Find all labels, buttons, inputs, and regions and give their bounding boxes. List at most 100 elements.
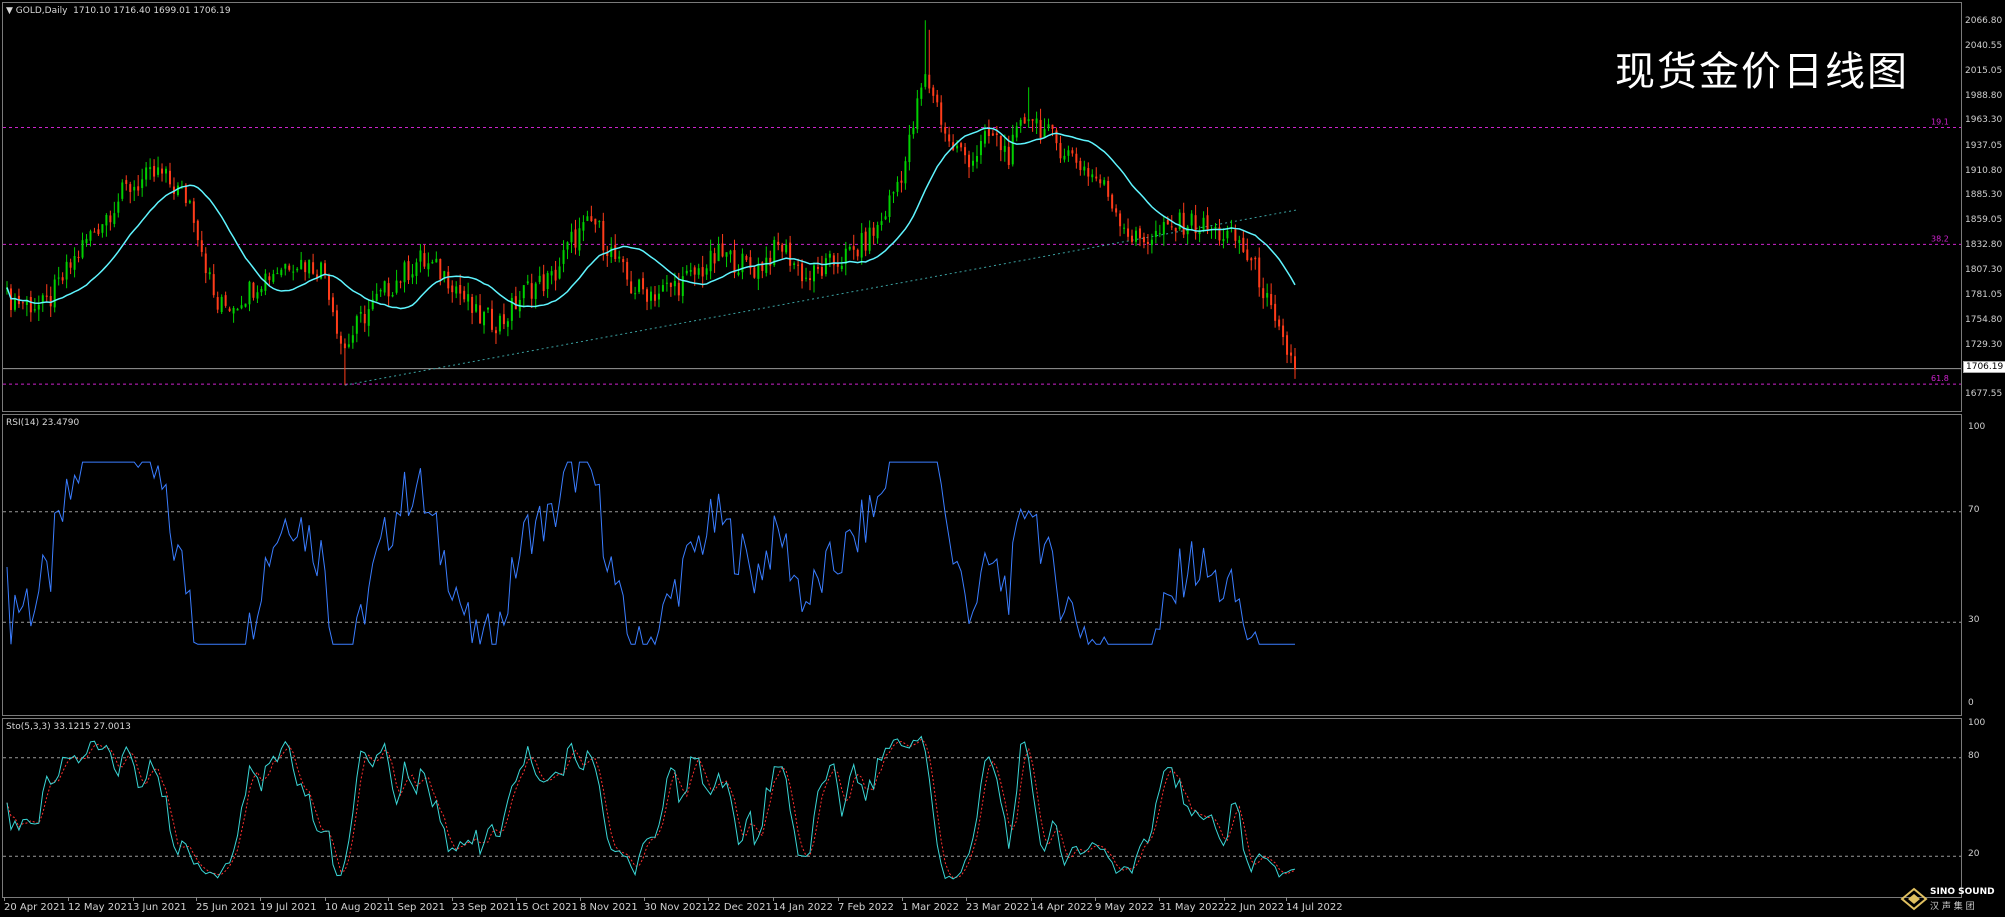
candlestick [216,291,219,314]
candlestick [423,244,426,269]
candlestick [1119,210,1122,237]
candlestick [324,260,327,279]
date-label: 9 May 2022 [1095,902,1154,913]
candlestick [554,260,557,291]
date-tick [388,897,389,901]
candlestick [900,171,903,193]
stochastic-pane[interactable]: Sto(5,3,3) 33.1215 27.0013 [2,718,1962,898]
date-tick [644,897,645,901]
price-axis-label: 2066.80 [1965,16,2003,27]
candlestick [1246,238,1249,262]
date-tick [838,897,839,901]
candlestick [300,251,303,270]
price-axis-label: 1754.80 [1965,315,2003,326]
candlestick [276,267,279,275]
rsi-axis-label: 0 [1968,698,1974,708]
candlestick [355,314,358,343]
trend-line[interactable] [344,209,1298,386]
date-label: 22 Dec 2021 [708,902,772,913]
candlestick [940,95,943,133]
candlestick [141,168,144,197]
candlestick [85,234,88,247]
candlestick [419,243,422,273]
candlestick [172,177,175,200]
candlestick [407,255,410,284]
candlestick [475,295,478,313]
candlestick [304,260,307,281]
candlestick [793,261,796,270]
candlestick [816,256,819,274]
date-tick [4,897,5,901]
candlestick [1047,118,1050,132]
candlestick [1158,224,1161,238]
candlestick [343,338,346,386]
date-tick [133,897,134,901]
current-price-box: 1706.19 [1963,360,2005,373]
candlestick [363,305,366,332]
candlestick [975,145,978,169]
candlestick [979,134,982,164]
candlestick [789,235,792,272]
candlestick [411,264,414,285]
price-axis[interactable]: 2066.80 2040.55 2015.05 1988.80 1963.30 1937.… [1962,0,2005,917]
candlestick [753,265,756,279]
candlestick [335,304,338,339]
stochastic-signal-line [6,738,1296,879]
date-label: 7 Feb 2022 [838,902,894,913]
candlestick [801,259,804,289]
sino-sound-logo: SINO SOUND 汉 声 集 团 [1900,884,2000,914]
candlestick [626,258,629,286]
candlestick [224,291,227,308]
candlestick [463,286,466,303]
rsi-pane[interactable]: RSI(14) 23.4790 [2,414,1962,716]
candlestick [212,264,215,298]
candlestick [968,150,971,179]
price-axis-label: 1859.05 [1965,215,2003,226]
price-axis-label: 2040.55 [1965,41,2003,52]
candlestick [1214,222,1217,240]
candlestick [506,318,509,337]
candlestick [133,180,136,202]
date-tick [1031,897,1032,901]
candlestick [455,281,458,299]
price-chart-pane[interactable]: 19.1 38.2 61.8 ▼ GOLD,Daily 1710.10 1716.4… [2,2,1962,412]
candlestick [928,29,931,94]
rsi-line [6,461,1295,646]
candlestick [1294,347,1296,379]
candlestick [805,267,808,282]
candlestick [538,266,541,285]
candlestick [856,248,859,261]
candlestick [1027,87,1030,129]
candlestick [168,162,171,188]
candlestick [431,259,434,264]
candlestick [1095,167,1098,182]
candlestick [1198,225,1201,243]
stochastic-label: Sto(5,3,3) 33.1215 27.0013 [6,722,131,732]
candlestick [689,262,692,277]
date-label: 20 Apr 2021 [4,902,66,913]
candlestick [1210,226,1213,239]
candlestick [379,288,382,297]
candlestick [1087,162,1090,186]
candlestick [328,273,330,306]
candlestick [256,285,259,303]
candlestick [1059,135,1062,163]
candlestick [1091,169,1094,183]
candlestick [260,286,263,296]
candlestick [936,89,939,107]
candlestick [395,269,398,295]
candlestick [391,291,394,298]
candlestick [427,252,430,277]
candlestick [733,239,736,279]
price-axis-label: 1885.30 [1965,190,2003,201]
candlestick [113,201,116,228]
candlestick [312,253,315,275]
candlestick [566,241,569,260]
candlestick [916,89,919,134]
candlestick [117,193,120,218]
collapse-triangle-icon[interactable]: ▼ [6,6,13,16]
candlestick [252,281,255,301]
candlestick [367,300,370,337]
candlestick [757,257,760,291]
candlestick [1142,232,1145,249]
